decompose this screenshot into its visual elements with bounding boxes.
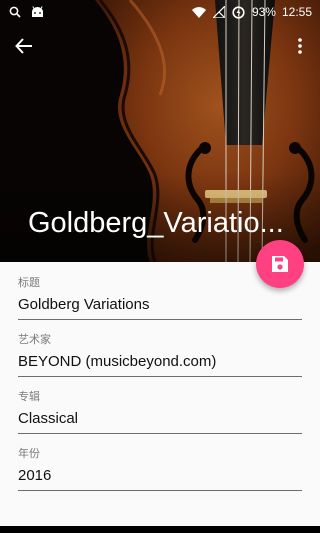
clock: 12:55: [281, 5, 312, 19]
wifi-icon: [191, 5, 206, 19]
year-label: 年份: [18, 448, 40, 460]
navigation-bar: [0, 526, 320, 533]
tag-editor-form: 标题 艺术家 专辑 年份: [0, 262, 320, 526]
artist-label: 艺术家: [18, 334, 51, 346]
album-input[interactable]: [18, 404, 302, 434]
toolbar: [0, 24, 320, 68]
app-screen: 93% 12:55 Goldberg_Variatio... 标题 Goldbe…: [0, 0, 320, 533]
artist-input[interactable]: [18, 347, 302, 377]
search-icon: [8, 5, 22, 19]
no-signal-icon: [212, 5, 226, 19]
overflow-menu-button[interactable]: [288, 32, 312, 60]
album-label: 专辑: [18, 391, 40, 403]
android-icon: [30, 5, 44, 19]
status-bar: 93% 12:55: [0, 0, 320, 24]
save-button[interactable]: [256, 240, 304, 288]
title-label: 标题: [18, 277, 40, 289]
album-art-header: 93% 12:55 Goldberg_Variatio...: [0, 0, 320, 262]
album-field: 专辑: [18, 390, 302, 434]
more-vert-icon: [298, 38, 302, 54]
data-saver-icon: [232, 5, 246, 19]
title-input[interactable]: [18, 290, 302, 320]
save-icon: [272, 256, 288, 272]
arrow-back-icon: [15, 38, 32, 54]
year-input[interactable]: [18, 461, 302, 491]
artist-field: 艺术家: [18, 333, 302, 377]
battery-percent: 93%: [251, 5, 276, 19]
year-field: 年份: [18, 447, 302, 491]
page-title: Goldberg_Variatio...: [28, 207, 284, 239]
back-button[interactable]: [10, 32, 38, 60]
title-field: 标题: [18, 276, 302, 320]
